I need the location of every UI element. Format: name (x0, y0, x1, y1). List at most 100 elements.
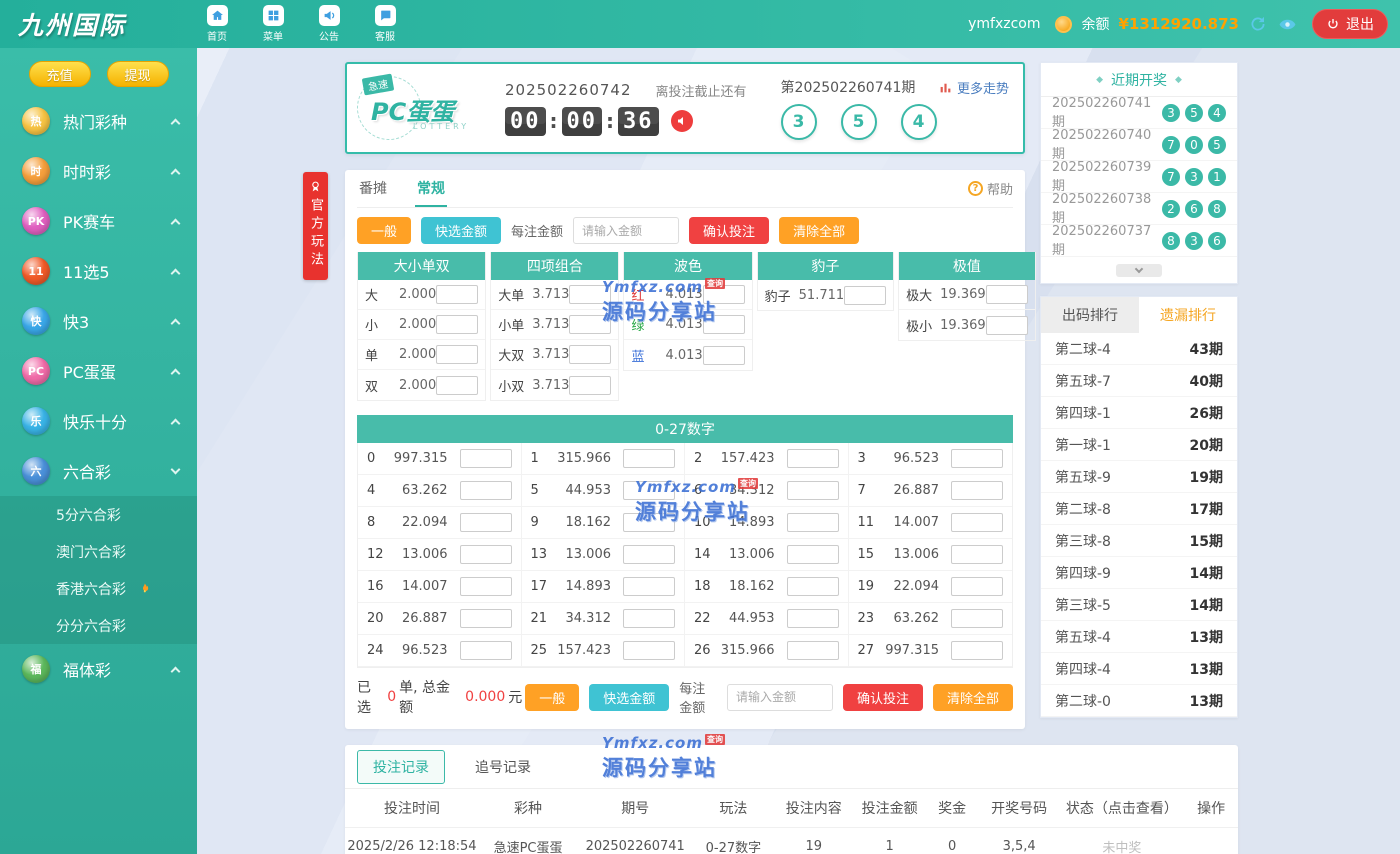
number-bet-option[interactable]: 12 13.006 (358, 539, 522, 571)
number-bet-option[interactable]: 11 14.007 (849, 507, 1013, 539)
number-bet-option[interactable]: 8 22.094 (358, 507, 522, 539)
nav-item-announcement[interactable]: 公告 (309, 5, 349, 43)
bet-option[interactable]: 豹子 51.711 (758, 280, 894, 310)
bet-option[interactable]: 大单 3.713 (491, 280, 618, 310)
number-amount-input[interactable] (623, 449, 675, 468)
number-amount-input[interactable] (623, 481, 675, 500)
number-amount-input[interactable] (460, 545, 512, 564)
nav-item-service[interactable]: 客服 (365, 5, 405, 43)
bet-amount-input[interactable] (703, 285, 745, 304)
nav-item-home[interactable]: 首页 (197, 5, 237, 43)
number-amount-input[interactable] (460, 641, 512, 660)
tab-missing-numbers[interactable]: 遗漏排行 (1139, 297, 1237, 333)
sidebar-item[interactable]: PK PK赛车 (0, 196, 197, 246)
number-amount-input[interactable] (460, 481, 512, 500)
amount-input[interactable] (573, 217, 679, 244)
number-bet-option[interactable]: 5 44.953 (522, 475, 686, 507)
record-status[interactable]: 未中奖 (1059, 827, 1184, 854)
number-amount-input[interactable] (460, 609, 512, 628)
official-play-tab[interactable]: 官方玩法 (303, 172, 328, 280)
number-bet-option[interactable]: 9 18.162 (522, 507, 686, 539)
withdraw-button[interactable]: 提现 (107, 61, 169, 87)
number-amount-input[interactable] (951, 481, 1003, 500)
sidebar-item[interactable]: PC PC蛋蛋 (0, 346, 197, 396)
number-bet-option[interactable]: 6 34.312 (685, 475, 849, 507)
number-amount-input[interactable] (951, 609, 1003, 628)
number-amount-input[interactable] (951, 513, 1003, 532)
bet-option[interactable]: 极大 19.369 (899, 280, 1035, 310)
number-amount-input[interactable] (787, 513, 839, 532)
tab-hot-numbers[interactable]: 出码排行 (1041, 297, 1139, 333)
number-bet-option[interactable]: 2 157.423 (685, 443, 849, 475)
sidebar-item[interactable]: 六 六合彩 (0, 446, 197, 496)
number-bet-option[interactable]: 17 14.893 (522, 571, 686, 603)
mode-button[interactable]: 一般 (357, 217, 411, 244)
bet-option[interactable]: 双 2.000 (358, 370, 485, 400)
confirm-bet-button[interactable]: 确认投注 (843, 684, 923, 711)
amount-input[interactable] (727, 684, 833, 711)
sidebar-item[interactable]: 时 时时彩 (0, 146, 197, 196)
number-amount-input[interactable] (623, 641, 675, 660)
confirm-bet-button[interactable]: 确认投注 (689, 217, 769, 244)
help-link[interactable]: ? 帮助 (968, 179, 1013, 198)
number-bet-option[interactable]: 1 315.966 (522, 443, 686, 475)
number-bet-option[interactable]: 19 22.094 (849, 571, 1013, 603)
bet-amount-input[interactable] (569, 345, 611, 364)
bet-amount-input[interactable] (569, 315, 611, 334)
bet-option[interactable]: 单 2.000 (358, 340, 485, 370)
bet-amount-input[interactable] (436, 345, 478, 364)
number-amount-input[interactable] (623, 609, 675, 628)
number-amount-input[interactable] (623, 577, 675, 596)
sidebar-item[interactable]: 热 热门彩种 (0, 96, 197, 146)
number-amount-input[interactable] (623, 545, 675, 564)
mode-button[interactable]: 一般 (525, 684, 579, 711)
recharge-button[interactable]: 充值 (29, 61, 91, 87)
bet-amount-input[interactable] (986, 285, 1028, 304)
tab-chase-records[interactable]: 追号记录 (459, 750, 547, 784)
number-amount-input[interactable] (951, 641, 1003, 660)
bet-option[interactable]: 小双 3.713 (491, 370, 618, 400)
number-bet-option[interactable]: 10 14.893 (685, 507, 849, 539)
bet-option[interactable]: 蓝 4.013 (624, 340, 751, 370)
number-bet-option[interactable]: 27 997.315 (849, 635, 1013, 667)
bet-amount-input[interactable] (569, 376, 611, 395)
sidebar-subitem[interactable]: 澳门六合彩 (0, 533, 197, 570)
number-amount-input[interactable] (787, 545, 839, 564)
bet-amount-input[interactable] (703, 346, 745, 365)
refresh-icon[interactable] (1248, 14, 1268, 34)
number-amount-input[interactable] (951, 577, 1003, 596)
bet-amount-input[interactable] (986, 316, 1028, 335)
bet-option[interactable]: 大 2.000 (358, 280, 485, 310)
quick-amount-button[interactable]: 快选金额 (421, 217, 501, 244)
bet-amount-input[interactable] (569, 285, 611, 304)
more-trends-link[interactable]: 更多走势 (939, 78, 1009, 97)
number-bet-option[interactable]: 3 96.523 (849, 443, 1013, 475)
number-bet-option[interactable]: 13 13.006 (522, 539, 686, 571)
number-amount-input[interactable] (787, 481, 839, 500)
number-amount-input[interactable] (787, 609, 839, 628)
bet-option[interactable]: 红 4.013 (624, 280, 751, 310)
bet-option[interactable]: 小 2.000 (358, 310, 485, 340)
bet-amount-input[interactable] (436, 376, 478, 395)
number-bet-option[interactable]: 14 13.006 (685, 539, 849, 571)
sidebar-item[interactable]: 快 快3 (0, 296, 197, 346)
sound-icon[interactable] (671, 110, 693, 132)
number-bet-option[interactable]: 22 44.953 (685, 603, 849, 635)
number-amount-input[interactable] (787, 577, 839, 596)
sidebar-item[interactable]: 乐 快乐十分 (0, 396, 197, 446)
eye-icon[interactable] (1277, 14, 1297, 34)
number-amount-input[interactable] (623, 513, 675, 532)
tab-bet-records[interactable]: 投注记录 (357, 750, 445, 784)
expand-draws-button[interactable] (1041, 257, 1237, 283)
bet-amount-input[interactable] (844, 286, 886, 305)
number-bet-option[interactable]: 7 26.887 (849, 475, 1013, 507)
number-amount-input[interactable] (951, 545, 1003, 564)
number-bet-option[interactable]: 24 96.523 (358, 635, 522, 667)
bet-option[interactable]: 大双 3.713 (491, 340, 618, 370)
number-amount-input[interactable] (460, 577, 512, 596)
sidebar-item[interactable]: 福 福体彩 (0, 644, 197, 694)
number-amount-input[interactable] (460, 449, 512, 468)
bet-amount-input[interactable] (436, 315, 478, 334)
number-amount-input[interactable] (787, 449, 839, 468)
sidebar-subitem[interactable]: 5分六合彩 (0, 496, 197, 533)
